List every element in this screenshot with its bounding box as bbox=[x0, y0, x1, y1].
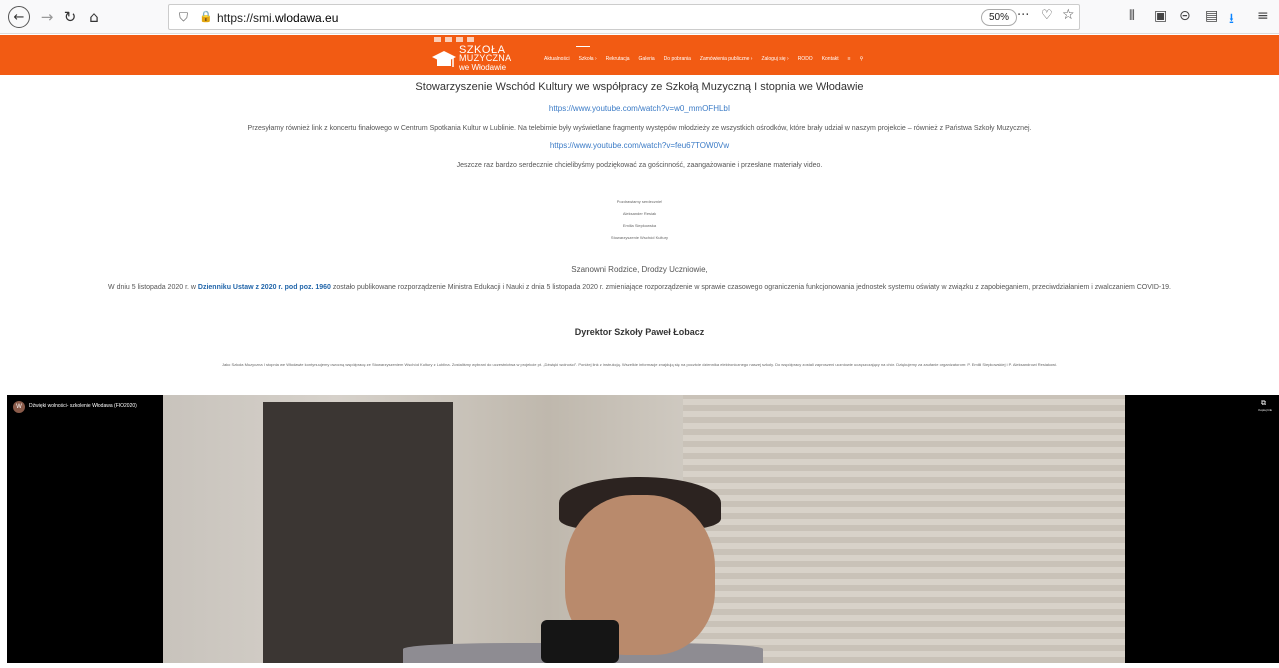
page-actions-icon[interactable]: ··· bbox=[1017, 8, 1029, 23]
site-header: SZKOŁA MUZYCZNA we Włodawie Aktualności … bbox=[0, 35, 1279, 75]
copy-link-icon[interactable]: ⧉ bbox=[1261, 399, 1266, 408]
social-icon[interactable] bbox=[456, 37, 463, 42]
forward-arrow-icon: → bbox=[40, 8, 54, 26]
url-prefix: https://smi. bbox=[217, 11, 276, 25]
nav-recruitment[interactable]: Rekrutacja bbox=[606, 56, 630, 62]
nav-active-indicator bbox=[576, 46, 590, 47]
association-heading: Stowarzyszenie Wschód Kultury we współpr… bbox=[415, 81, 864, 93]
social-icon[interactable] bbox=[445, 37, 452, 42]
url-host: wlodawa.eu bbox=[275, 11, 339, 25]
paragraph-final-concert: Przesyłamy również link z koncertu finał… bbox=[247, 125, 1032, 132]
school-logo[interactable]: SZKOŁA MUZYCZNA we Włodawie bbox=[431, 44, 535, 74]
signature-name-1: Aleksander Resiak bbox=[622, 211, 657, 216]
zoom-level-button[interactable]: 50% bbox=[981, 9, 1018, 26]
youtube-link-2: https://www.youtube.com/watch?v=feu67TOW… bbox=[0, 141, 1279, 150]
video-title[interactable]: Dźwięki wolności- szkolenie Włodawa (FIO… bbox=[29, 403, 137, 409]
video-dark-panel bbox=[263, 402, 453, 663]
signature-greeting: Pozdrawiamy serdecznie! bbox=[616, 199, 663, 204]
logo-line3: we Włodawie bbox=[459, 63, 507, 72]
paragraph-regulation: W dniu 5 listopada 2020 r. w Dzienniku U… bbox=[0, 284, 1279, 291]
back-arrow-icon: ← bbox=[13, 9, 25, 25]
youtube-link-2-text[interactable]: https://www.youtube.com/watch?v=feu67TOW… bbox=[550, 141, 729, 150]
nav-gallery[interactable]: Galeria bbox=[639, 56, 655, 62]
download-icon[interactable]: ⭳ bbox=[1229, 8, 1234, 32]
journal-of-laws-link[interactable]: Dzienniku Ustaw z 2020 r. pod poz. 1960 bbox=[198, 284, 331, 291]
social-links bbox=[434, 37, 474, 42]
nav-news[interactable]: Aktualności bbox=[544, 56, 570, 62]
reader-view-icon[interactable]: ▣ bbox=[1154, 8, 1167, 24]
nav-search-icon[interactable]: ⚲ bbox=[860, 56, 864, 62]
paragraph-thanks: Jeszcze raz bardzo serdecznie chcielibyś… bbox=[456, 162, 823, 169]
video-phone bbox=[541, 620, 619, 663]
library-icon[interactable]: ⫴ bbox=[1129, 8, 1135, 24]
extension-icon[interactable]: ▤ bbox=[1205, 8, 1218, 24]
director-signature: Dyrektor Szkoły Paweł Łobacz bbox=[574, 327, 705, 337]
menu-icon[interactable]: ≡ bbox=[1257, 8, 1269, 24]
nav-downloads[interactable]: Do pobrania bbox=[664, 56, 691, 62]
youtube-link-1-text[interactable]: https://www.youtube.com/watch?v=w0_mmOFH… bbox=[549, 104, 730, 113]
browser-toolbar: ← → ↻ ⌂ ⛉ 🔒 https://smi.wlodawa.eu 50% ·… bbox=[0, 0, 1279, 34]
account-icon[interactable]: ⊝ bbox=[1179, 8, 1191, 24]
back-button[interactable]: ← bbox=[8, 6, 30, 28]
toolbar-right-icons: ⫴ ▣ ⊝ ▤ ⭳ ≡ bbox=[1129, 0, 1279, 34]
tracking-shield-icon[interactable]: ⛉ bbox=[179, 10, 188, 25]
reload-icon: ↻ bbox=[63, 8, 77, 26]
nav-public-procurement[interactable]: Zamówienia publiczne › bbox=[700, 56, 753, 62]
regulation-text-after: zostało publikowane rozporządzenie Minis… bbox=[330, 284, 1171, 291]
embedded-video-player[interactable]: W Dźwięki wolności- szkolenie Włodawa (F… bbox=[7, 395, 1279, 663]
social-icon[interactable] bbox=[467, 37, 474, 42]
nav-menu-icon[interactable]: ≡ bbox=[848, 56, 851, 62]
copy-link-label[interactable]: Kopiuj link bbox=[1258, 408, 1272, 412]
paragraph-project: Jako Szkoła Muzyczna I stopnia we Włodaw… bbox=[221, 362, 1058, 367]
video-frame bbox=[163, 395, 1125, 663]
youtube-link-1: https://www.youtube.com/watch?v=w0_mmOFH… bbox=[0, 104, 1279, 113]
bookmark-star-icon[interactable]: ☆ bbox=[1062, 7, 1075, 23]
regulation-text-before: W dniu 5 listopada 2020 r. w bbox=[108, 284, 198, 291]
video-wall-pattern bbox=[683, 395, 1125, 663]
home-icon: ⌂ bbox=[89, 8, 99, 26]
home-button[interactable]: ⌂ bbox=[82, 5, 106, 29]
signature-name-2: Emilia Siepkowska bbox=[622, 223, 657, 228]
reload-button[interactable]: ↻ bbox=[58, 5, 82, 29]
greeting-parents: Szanowni Rodzice, Drodzy Uczniowie, bbox=[571, 265, 708, 274]
pocket-icon[interactable]: ♡ bbox=[1041, 8, 1053, 23]
forward-button[interactable]: → bbox=[35, 5, 59, 29]
signature-organization: Stowarzyszenie Wschód Kultury bbox=[610, 235, 669, 240]
nav-rodo[interactable]: RODO bbox=[798, 56, 813, 62]
nav-login[interactable]: Zaloguj się › bbox=[761, 56, 788, 62]
logo-line2: MUZYCZNA bbox=[459, 53, 512, 63]
social-icon[interactable] bbox=[434, 37, 441, 42]
lock-icon[interactable]: 🔒 bbox=[199, 10, 213, 23]
main-nav: Aktualności Szkoła › Rekrutacja Galeria … bbox=[544, 56, 863, 62]
url-text[interactable]: https://smi.wlodawa.eu bbox=[217, 11, 338, 25]
channel-avatar[interactable]: W bbox=[13, 401, 25, 413]
nav-school[interactable]: Szkoła › bbox=[579, 56, 597, 62]
url-bar[interactable]: ⛉ 🔒 https://smi.wlodawa.eu 50% ··· ♡ ☆ bbox=[168, 4, 1080, 30]
nav-contact[interactable]: Kontakt bbox=[822, 56, 839, 62]
graduation-cap-icon bbox=[432, 51, 456, 67]
